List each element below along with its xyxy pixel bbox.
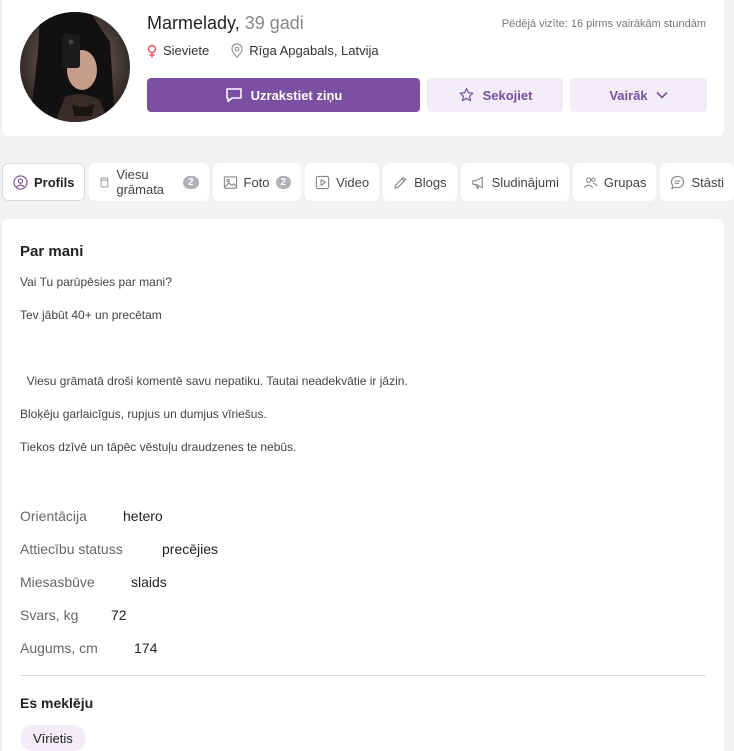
seeking-chip: Vīrietis [20,725,86,751]
chat-icon [671,175,685,189]
play-icon [315,175,330,189]
detail-row: Augums, cm 174 [20,640,218,673]
write-message-button[interactable]: Uzrakstiet ziņu [147,78,420,112]
last-visit: Pēdējā vizīte: 16 pirms vairākām stundām [501,18,706,30]
seeking-title: Es meklēju [20,695,94,711]
profile-name: Marmelady, [147,13,240,33]
about-line [20,342,408,375]
location-label: Rīga Apgabals, Latvija [249,43,379,58]
message-icon [225,88,242,103]
tab-label: Profils [34,174,75,190]
more-label: Vairāk [609,87,648,103]
divider [20,675,706,676]
tab-grupas[interactable]: Grupas [572,163,657,201]
chevron-down-icon [656,91,668,99]
write-message-label: Uzrakstiet ziņu [250,87,343,103]
about-line: Vai Tu parūpēsies par mani? [20,275,172,289]
count-badge: 2 [182,175,199,189]
female-icon [147,44,157,57]
detail-value: 174 [134,640,158,656]
detail-row: Orientācija hetero [20,508,218,541]
star-icon [459,88,473,102]
group-icon [583,176,598,188]
detail-row: Miesasbūve slaids [20,574,218,607]
detail-key: Orientācija [20,508,87,524]
about-line: Bloķēju garlaicīgus, rupjus un dumjus vī… [20,407,267,421]
tab-blogs[interactable]: Blogs [383,163,457,201]
tab-label: Stāsti [691,174,724,190]
about-line: Tev jābūt 40+ un precētam [20,308,162,322]
book-icon [101,177,109,187]
tab-profils[interactable]: Profils [2,163,86,201]
profile-age: 39 gadi [244,13,304,33]
megaphone-icon [471,176,483,189]
profile-header: Marmelady, 39 gadi Pēdējā vizīte: 16 pir… [2,0,724,136]
more-button[interactable]: Vairāk [570,78,707,112]
detail-key: Miesasbūve [20,574,95,590]
detail-key: Svars, kg [20,607,79,623]
about-line: Tiekos dzīvē un tāpēc vēstuļu draudzenes… [20,440,297,454]
avatar-photo [30,12,115,122]
tab-sludinajumi[interactable]: Sludinājumi [460,163,569,201]
pencil-icon [394,176,407,189]
detail-value: slaids [131,574,167,590]
about-title: Par mani [20,243,84,260]
tab-label: Blogs [414,174,447,190]
tab-stasti[interactable]: Stāsti [660,163,734,201]
tab-foto[interactable]: Foto 2 [212,163,302,201]
tab-label: Sludinājumi [491,174,559,190]
gender-item: Sieviete [147,43,209,58]
profile-content: Par mani Vai Tu parūpēsies par mani? Tev… [2,219,724,751]
about-line: Viesu grāmatā droši komentē savu nepatik… [20,374,408,388]
location-item: Rīga Apgabals, Latvija [231,43,379,58]
tab-label: Viesu grāmata [116,167,165,197]
profile-meta: Sieviete Rīga Apgabals, Latvija [147,43,379,58]
tab-label: Video [336,174,370,190]
image-icon [223,175,237,189]
detail-row: Svars, kg 72 [20,607,218,640]
detail-value: precējies [162,541,219,557]
profile-details: Orientācija hetero Attiecību statuss pre… [20,508,218,673]
tab-viesu-gramata[interactable]: Viesu grāmata 2 [89,163,209,201]
detail-value: hetero [123,508,163,524]
detail-key: Attiecību statuss [20,541,123,557]
detail-key: Augums, cm [20,640,98,656]
avatar[interactable] [20,12,130,122]
detail-value: 72 [111,607,127,623]
user-icon [13,174,28,190]
about-text: Vai Tu parūpēsies par mani? Tev jābūt 40… [20,276,408,474]
tab-label: Foto [243,174,270,190]
location-pin-icon [231,43,243,58]
tab-video[interactable]: Video [305,163,380,201]
count-badge: 2 [275,175,292,189]
gender-label: Sieviete [163,43,210,58]
follow-button[interactable]: Sekojiet [427,78,563,112]
profile-name-line: Marmelady, 39 gadi [147,13,304,34]
profile-tabs: Profils Viesu grāmata 2 Foto 2 Video Blo… [2,163,734,201]
detail-row: Attiecību statuss precējies [20,541,218,574]
follow-label: Sekojiet [482,87,533,103]
tab-label: Grupas [603,174,647,190]
